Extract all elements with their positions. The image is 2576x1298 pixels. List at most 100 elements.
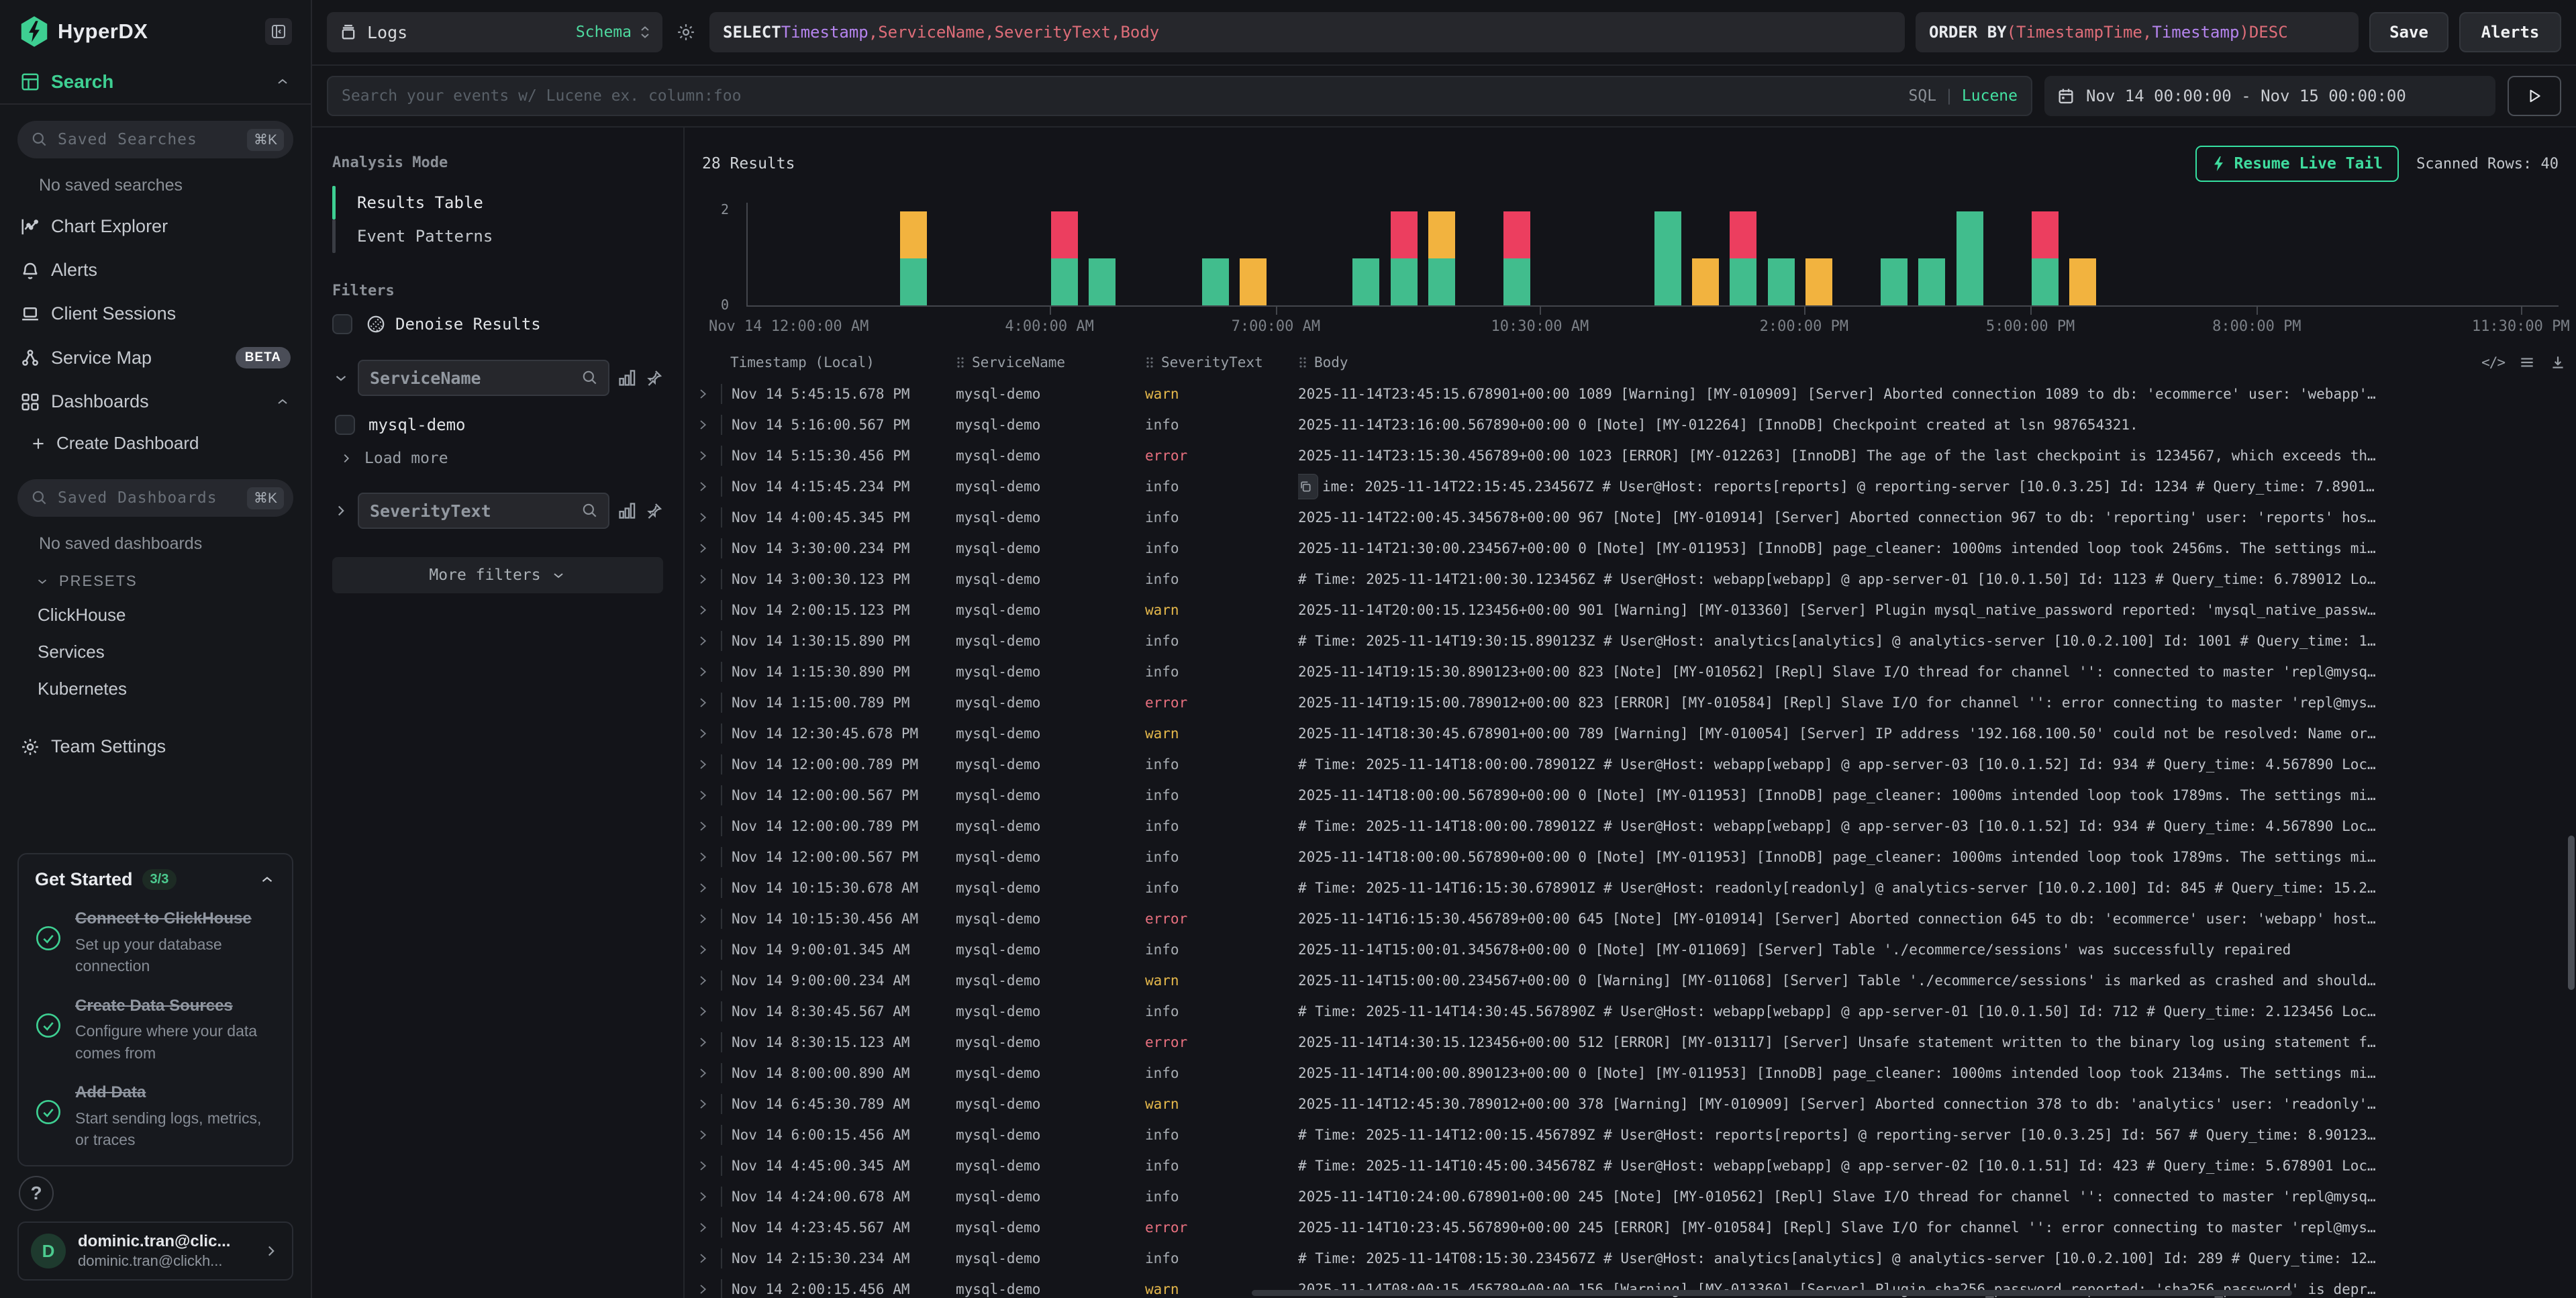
- select-query-input[interactable]: SELECT Timestamp,ServiceName,SeverityTex…: [709, 12, 1905, 52]
- table-row[interactable]: Nov 14 12:00:00.789 PMmysql-demoinfo# Ti…: [685, 749, 2576, 780]
- histogram-bar[interactable]: [2069, 258, 2096, 305]
- copy-icon[interactable]: [1298, 474, 1318, 499]
- row-expand-chevron-icon[interactable]: [685, 1252, 721, 1264]
- row-expand-chevron-icon[interactable]: [685, 635, 721, 647]
- chart-icon[interactable]: [617, 368, 636, 387]
- table-row[interactable]: Nov 14 5:16:00.567 PMmysql-demoinfo2025-…: [685, 409, 2576, 440]
- checkbox[interactable]: [335, 415, 355, 435]
- histogram-bar[interactable]: [2032, 211, 2059, 305]
- help-button[interactable]: ?: [19, 1176, 54, 1211]
- table-row[interactable]: Nov 14 10:15:30.456 AMmysql-demoerror202…: [685, 903, 2576, 934]
- table-row[interactable]: Nov 14 4:45:00.345 AMmysql-demoinfo# Tim…: [685, 1150, 2576, 1181]
- row-expand-chevron-icon[interactable]: [685, 1283, 721, 1295]
- vertical-scrollbar-thumb[interactable]: [2568, 836, 2575, 990]
- histogram-bar[interactable]: [1240, 258, 1267, 305]
- row-expand-chevron-icon[interactable]: [685, 542, 721, 554]
- row-density-icon[interactable]: [2518, 354, 2536, 371]
- save-button[interactable]: Save: [2369, 12, 2448, 52]
- row-expand-chevron-icon[interactable]: [685, 975, 721, 987]
- row-expand-chevron-icon[interactable]: [685, 697, 721, 709]
- download-icon[interactable]: [2549, 354, 2567, 371]
- histogram-bar[interactable]: [1089, 258, 1116, 305]
- row-expand-chevron-icon[interactable]: [685, 1098, 721, 1110]
- run-query-button[interactable]: [2508, 76, 2561, 116]
- resume-live-tail-button[interactable]: Resume Live Tail: [2195, 146, 2399, 182]
- sidebar-item-search[interactable]: Search: [0, 60, 311, 103]
- row-expand-chevron-icon[interactable]: [685, 944, 721, 956]
- source-select[interactable]: Logs Schema: [327, 12, 662, 52]
- get-started-item-connect[interactable]: Connect to ClickHouse Set up your databa…: [35, 907, 276, 977]
- denoise-results-checkbox[interactable]: Denoise Results: [332, 314, 663, 334]
- column-header-body[interactable]: Body </>: [1298, 354, 2567, 371]
- table-row[interactable]: Nov 14 1:15:00.789 PMmysql-demoerror2025…: [685, 687, 2576, 718]
- get-started-item-sources[interactable]: Create Data Sources Configure where your…: [35, 995, 276, 1064]
- histogram-bar[interactable]: [1352, 258, 1379, 305]
- table-row[interactable]: Nov 14 3:30:00.234 PMmysql-demoinfo2025-…: [685, 533, 2576, 564]
- get-started-item-add-data[interactable]: Add Data Start sending logs, metrics, or…: [35, 1081, 276, 1150]
- histogram-bar[interactable]: [1428, 211, 1455, 305]
- event-search-input[interactable]: Search your events w/ Lucene ex. column:…: [327, 76, 2032, 116]
- column-header-servicename[interactable]: ServiceName: [956, 354, 1145, 370]
- table-row[interactable]: Nov 14 6:45:30.789 AMmysql-demowarn2025-…: [685, 1089, 2576, 1119]
- sidebar-item-service-map[interactable]: Service Map BETA: [0, 336, 311, 380]
- histogram-bar[interactable]: [1918, 258, 1945, 305]
- row-expand-chevron-icon[interactable]: [685, 882, 721, 894]
- histogram-bar[interactable]: [1391, 211, 1418, 305]
- row-expand-chevron-icon[interactable]: [685, 758, 721, 770]
- row-expand-chevron-icon[interactable]: [685, 388, 721, 400]
- servicename-filter-input[interactable]: ServiceName: [358, 360, 609, 396]
- table-row[interactable]: Nov 14 10:15:30.678 AMmysql-demoinfo# Ti…: [685, 872, 2576, 903]
- histogram-bar[interactable]: [1730, 211, 1756, 305]
- date-range-picker[interactable]: Nov 14 00:00:00 - Nov 15 00:00:00: [2044, 76, 2495, 116]
- row-expand-chevron-icon[interactable]: [685, 1036, 721, 1048]
- results-histogram[interactable]: 2 0 Nov 14 12:00:00 AM4:00:00 AM7:00:00 …: [702, 203, 2565, 337]
- table-row[interactable]: Nov 14 5:45:15.678 PMmysql-demowarn2025-…: [685, 379, 2576, 409]
- lucene-toggle[interactable]: Lucene: [1962, 87, 2018, 105]
- table-row[interactable]: Nov 14 2:00:15.123 PMmysql-demowarn2025-…: [685, 595, 2576, 626]
- table-row[interactable]: Nov 14 6:00:15.456 AMmysql-demoinfo# Tim…: [685, 1119, 2576, 1150]
- pin-icon[interactable]: [644, 501, 663, 520]
- table-row[interactable]: Nov 14 12:00:00.567 PMmysql-demoinfo2025…: [685, 842, 2576, 872]
- sql-toggle[interactable]: SQL: [1909, 87, 1937, 105]
- histogram-bar[interactable]: [900, 211, 927, 305]
- table-row[interactable]: Nov 14 8:00:00.890 AMmysql-demoinfo2025-…: [685, 1058, 2576, 1089]
- row-expand-chevron-icon[interactable]: [685, 1129, 721, 1141]
- row-expand-chevron-icon[interactable]: [685, 820, 721, 832]
- histogram-bar[interactable]: [1881, 258, 1908, 305]
- alerts-button[interactable]: Alerts: [2459, 12, 2561, 52]
- saved-searches-input[interactable]: Saved Searches ⌘K: [17, 121, 293, 158]
- histogram-bar[interactable]: [1692, 258, 1719, 305]
- chart-icon[interactable]: [617, 501, 636, 520]
- sidebar-item-alerts[interactable]: Alerts: [0, 248, 311, 292]
- row-expand-chevron-icon[interactable]: [685, 419, 721, 431]
- severitytext-filter-input[interactable]: SeverityText: [358, 493, 609, 529]
- sidebar-item-chart-explorer[interactable]: Chart Explorer: [0, 205, 311, 248]
- table-row[interactable]: Nov 14 1:15:30.890 PMmysql-demoinfo2025-…: [685, 656, 2576, 687]
- facet-value-mysql-demo[interactable]: mysql-demo: [335, 415, 663, 435]
- saved-dashboards-input[interactable]: Saved Dashboards ⌘K: [17, 479, 293, 517]
- source-settings-gear-icon[interactable]: [673, 22, 699, 42]
- preset-kubernetes[interactable]: Kubernetes: [0, 670, 311, 707]
- histogram-bar[interactable]: [1051, 211, 1078, 305]
- row-expand-chevron-icon[interactable]: [685, 1005, 721, 1017]
- histogram-bar[interactable]: [1956, 211, 1983, 305]
- table-row[interactable]: Nov 14 8:30:15.123 AMmysql-demoerror2025…: [685, 1027, 2576, 1058]
- sidebar-item-client-sessions[interactable]: Client Sessions: [0, 292, 311, 336]
- table-row[interactable]: Nov 14 4:00:45.345 PMmysql-demoinfo2025-…: [685, 502, 2576, 533]
- table-row[interactable]: Nov 14 8:30:45.567 AMmysql-demoinfo# Tim…: [685, 996, 2576, 1027]
- sidebar-item-dashboards[interactable]: Dashboards: [0, 380, 311, 423]
- table-row[interactable]: Nov 14 12:00:00.789 PMmysql-demoinfo# Ti…: [685, 811, 2576, 842]
- presets-toggle[interactable]: PRESETS: [0, 563, 311, 597]
- mode-event-patterns[interactable]: Event Patterns: [332, 219, 663, 253]
- horizontal-scrollbar-thumb[interactable]: [1252, 1290, 2292, 1296]
- get-started-header[interactable]: Get Started 3/3: [35, 869, 276, 890]
- column-header-severitytext[interactable]: SeverityText: [1145, 354, 1298, 370]
- histogram-bar[interactable]: [1202, 258, 1229, 305]
- row-expand-chevron-icon[interactable]: [685, 604, 721, 616]
- table-row[interactable]: Nov 14 3:00:30.123 PMmysql-demoinfo# Tim…: [685, 564, 2576, 595]
- order-by-input[interactable]: ORDER BY (TimestampTime, Timestamp) DESC: [1916, 12, 2359, 52]
- row-expand-chevron-icon[interactable]: [685, 1191, 721, 1203]
- table-row[interactable]: Nov 14 9:00:00.234 AMmysql-demowarn2025-…: [685, 965, 2576, 996]
- row-expand-chevron-icon[interactable]: [685, 1160, 721, 1172]
- table-row[interactable]: Nov 14 12:00:00.567 PMmysql-demoinfo2025…: [685, 780, 2576, 811]
